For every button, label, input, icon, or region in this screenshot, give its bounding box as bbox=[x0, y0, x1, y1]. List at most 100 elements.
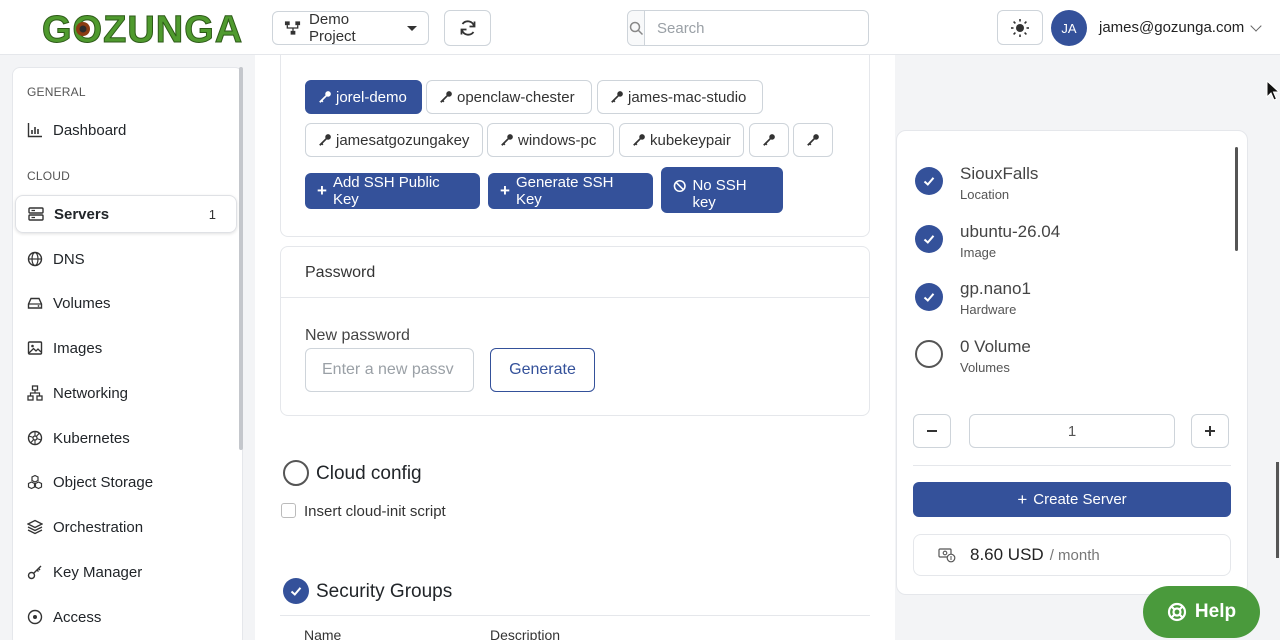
sidebar-item-label: Servers bbox=[54, 205, 110, 223]
sidebar-item-label: Kubernetes bbox=[53, 429, 130, 447]
sidebar-item-object-storage[interactable]: Object Storage bbox=[15, 463, 237, 501]
price-display: 8.60 USD / month bbox=[913, 534, 1231, 576]
cloud-init-checkbox[interactable] bbox=[281, 503, 296, 518]
ssh-key-label: jamesatgozungakey bbox=[336, 131, 470, 149]
sidebar-scrollbar[interactable] bbox=[239, 67, 243, 450]
kubernetes-icon bbox=[27, 430, 43, 446]
new-password-label: New password bbox=[305, 327, 410, 344]
project-selector[interactable]: Demo Project bbox=[272, 11, 429, 45]
create-server-button[interactable]: + Create Server bbox=[913, 482, 1231, 517]
create-server-label: Create Server bbox=[1033, 491, 1127, 508]
sidebar-item-dashboard[interactable]: Dashboard bbox=[15, 111, 237, 149]
sidebar-item-servers[interactable]: Servers 1 bbox=[15, 195, 237, 233]
ssh-key-chip[interactable]: james-mac-studio bbox=[597, 80, 763, 114]
add-ssh-key-button[interactable]: + Add SSH Public Key bbox=[305, 173, 480, 209]
access-icon bbox=[27, 609, 43, 625]
sidebar-item-orchestration[interactable]: Orchestration bbox=[15, 508, 237, 546]
drive-icon bbox=[27, 297, 43, 309]
ssh-key-label: kubekeypair bbox=[650, 131, 731, 149]
network-icon bbox=[27, 385, 43, 401]
ssh-key-chip[interactable]: kubekeypair bbox=[619, 123, 744, 157]
key-icon bbox=[319, 134, 331, 146]
search-input[interactable] bbox=[645, 11, 868, 45]
key-icon bbox=[807, 134, 819, 146]
sidebar-item-label: Key Manager bbox=[53, 563, 143, 581]
sidebar-item-kubernetes[interactable]: Kubernetes bbox=[15, 419, 237, 457]
ssh-key-chip[interactable]: jamesatgozungakey bbox=[305, 123, 483, 157]
hardware-check-icon bbox=[915, 283, 943, 311]
no-ssh-key-button[interactable]: No SSH key bbox=[661, 167, 783, 213]
increase-quantity-button[interactable] bbox=[1191, 414, 1229, 448]
price-period: / month bbox=[1049, 546, 1100, 564]
ssh-key-label: windows-pc bbox=[518, 131, 597, 149]
ssh-key-chip[interactable] bbox=[793, 123, 833, 157]
ssh-key-chip[interactable]: openclaw-chester bbox=[426, 80, 592, 114]
plus-icon: + bbox=[500, 181, 510, 200]
summary-location-value: SiouxFalls bbox=[960, 164, 1039, 183]
sidebar-item-key-manager[interactable]: Key Manager bbox=[15, 553, 237, 591]
refresh-button[interactable] bbox=[444, 10, 491, 46]
order-summary-card bbox=[896, 130, 1248, 595]
plus-icon bbox=[1205, 426, 1215, 436]
avatar[interactable]: JA bbox=[1051, 10, 1087, 46]
key-icon bbox=[611, 91, 623, 103]
volumes-status-icon bbox=[915, 340, 943, 368]
boxes-icon bbox=[27, 474, 43, 490]
sidebar-item-images[interactable]: Images bbox=[15, 329, 237, 367]
divider bbox=[280, 615, 870, 616]
sidebar-item-label: Volumes bbox=[53, 294, 111, 312]
sidebar-item-label: Networking bbox=[53, 384, 129, 402]
key-icon bbox=[763, 134, 775, 146]
caret-down-icon bbox=[407, 25, 417, 31]
divider bbox=[913, 465, 1231, 466]
sidebar-item-dns[interactable]: DNS bbox=[15, 240, 237, 278]
summary-volumes-value: 0 Volume bbox=[960, 337, 1031, 356]
ssh-key-chip[interactable]: jorel-demo bbox=[305, 80, 422, 114]
plus-icon: + bbox=[1017, 489, 1028, 509]
sidebar-item-label: Images bbox=[53, 339, 103, 357]
new-password-input[interactable]: Enter a new passv bbox=[305, 348, 474, 392]
price-amount: 8.60 USD bbox=[970, 545, 1044, 564]
decrease-quantity-button[interactable] bbox=[913, 414, 951, 448]
column-header-name: Name bbox=[304, 627, 342, 640]
no-ssh-key-label: No SSH key bbox=[692, 177, 747, 211]
summary-hardware-value: gp.nano1 bbox=[960, 279, 1031, 298]
security-groups-check-icon bbox=[283, 578, 309, 604]
gozunga-logo[interactable]: GOZUNGA bbox=[40, 9, 248, 52]
cloud-config-title: Cloud config bbox=[316, 463, 422, 484]
layers-icon bbox=[27, 519, 43, 535]
divider bbox=[281, 297, 869, 298]
help-button[interactable]: Help bbox=[1143, 586, 1260, 638]
ban-icon bbox=[673, 179, 686, 193]
sidebar-item-access[interactable]: Access bbox=[15, 598, 237, 636]
sidebar-item-networking[interactable]: Networking bbox=[15, 374, 237, 412]
top-bar: GOZUNGA Demo Project JA james@gozunga.co… bbox=[0, 0, 1280, 55]
key-icon bbox=[633, 134, 645, 146]
theme-toggle-button[interactable] bbox=[997, 10, 1043, 45]
ssh-key-chip[interactable] bbox=[749, 123, 789, 157]
generate-password-button[interactable]: Generate bbox=[490, 348, 595, 392]
page-scrollbar[interactable] bbox=[1276, 462, 1279, 558]
quantity-input[interactable]: 1 bbox=[969, 414, 1175, 448]
location-check-icon bbox=[915, 167, 943, 195]
ssh-key-label: james-mac-studio bbox=[628, 88, 747, 106]
server-icon bbox=[28, 207, 44, 221]
cash-coin-icon bbox=[938, 548, 956, 563]
project-label: Demo Project bbox=[309, 11, 356, 45]
summary-image-value: ubuntu-26.04 bbox=[960, 222, 1061, 241]
user-email: james@gozunga.com bbox=[1099, 19, 1245, 36]
sidebar-item-label: Access bbox=[53, 608, 102, 626]
sidebar-item-volumes[interactable]: Volumes bbox=[15, 284, 237, 322]
generate-ssh-key-button[interactable]: + Generate SSH Key bbox=[488, 173, 653, 209]
password-card-title: Password bbox=[305, 264, 376, 281]
sidebar-item-label: Orchestration bbox=[53, 518, 144, 536]
ssh-key-chip[interactable]: windows-pc bbox=[487, 123, 614, 157]
summary-scrollbar[interactable] bbox=[1235, 147, 1238, 251]
column-header-description: Description bbox=[490, 627, 561, 640]
search-icon bbox=[628, 11, 645, 45]
sun-icon bbox=[1011, 18, 1029, 37]
cloud-init-label: Insert cloud-init script bbox=[304, 503, 446, 520]
help-label: Help bbox=[1194, 601, 1237, 622]
user-menu[interactable]: james@gozunga.com bbox=[1099, 19, 1262, 36]
section-label-cloud: CLOUD bbox=[27, 169, 71, 183]
